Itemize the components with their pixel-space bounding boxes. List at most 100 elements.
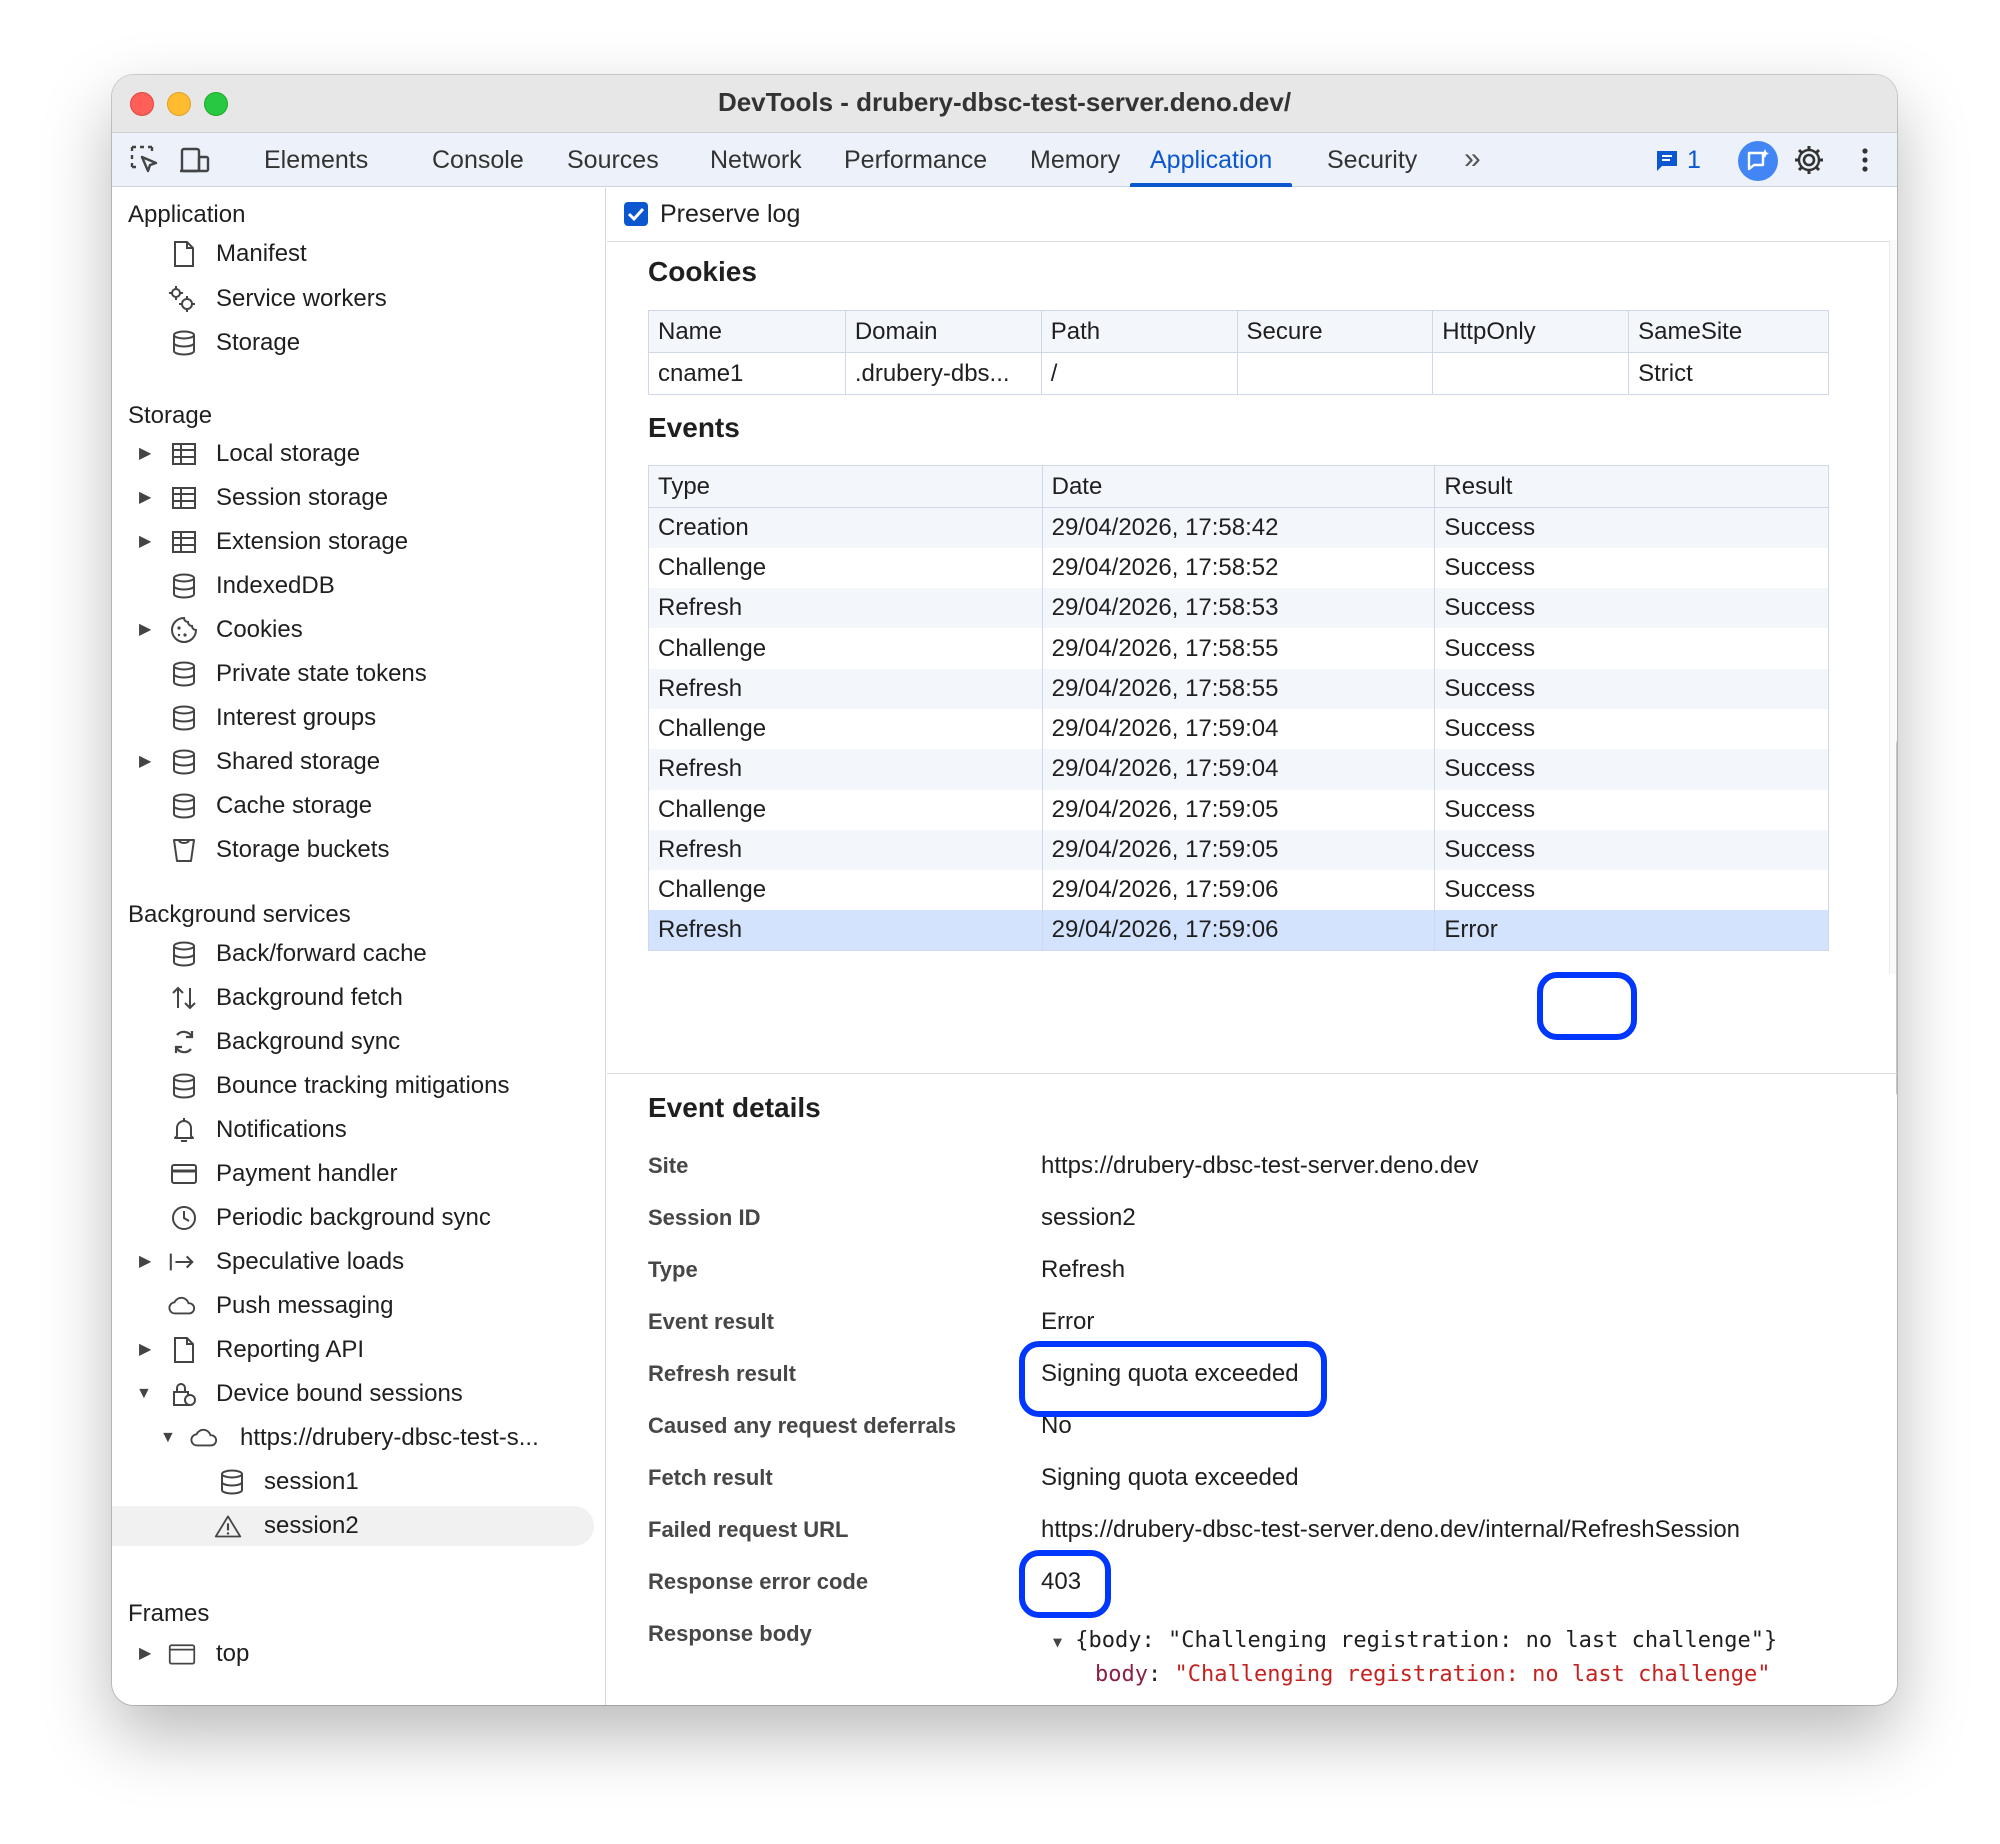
tab-network[interactable]: Network xyxy=(690,133,822,187)
tab-memory[interactable]: Memory xyxy=(1010,133,1140,187)
cookie-name-cell: cname1 xyxy=(648,352,846,395)
expand-arrow-icon[interactable]: ▶ xyxy=(139,478,151,518)
sidebar-item-bounce-tracking-mitigations[interactable]: Bounce tracking mitigations xyxy=(112,1066,606,1106)
sidebar-item-service-workers[interactable]: Service workers xyxy=(112,279,606,319)
table-row[interactable]: Challenge 29/04/2026, 17:58:52 Success xyxy=(648,547,1829,589)
sidebar-item-cache-storage[interactable]: Cache storage xyxy=(112,786,606,826)
cookie-domain-cell: .drubery-dbs... xyxy=(844,352,1042,395)
collapse-arrow-icon[interactable]: ▼ xyxy=(136,1374,152,1414)
issues-counter[interactable]: 1 xyxy=(1654,133,1701,187)
sidebar-item-speculative-loads[interactable]: ▶ Speculative loads xyxy=(112,1242,606,1282)
sidebar-item-device-bound-sessions[interactable]: ▼ Device bound sessions xyxy=(112,1374,606,1414)
settings-gear-icon[interactable] xyxy=(1792,143,1826,177)
ai-assistance-icon[interactable] xyxy=(1737,140,1779,182)
sidebar-item-frame-top[interactable]: ▶ top xyxy=(112,1634,606,1674)
column-header-domain[interactable]: Domain xyxy=(844,310,1042,353)
sidebar-item-indexeddb[interactable]: IndexedDB xyxy=(112,566,606,606)
more-options-vertical-icon[interactable] xyxy=(1848,143,1882,177)
sidebar-item-dbsc-site[interactable]: ▼ https://drubery-dbsc-test-s... xyxy=(112,1418,606,1458)
expand-arrow-icon[interactable]: ▶ xyxy=(139,1330,151,1370)
sidebar-item-background-fetch[interactable]: Background fetch xyxy=(112,978,606,1018)
sidebar-item-local-storage[interactable]: ▶ Local storage xyxy=(112,434,606,474)
collapse-arrow-icon[interactable]: ▼ xyxy=(1053,1633,1062,1651)
column-header-type[interactable]: Type xyxy=(648,465,1043,508)
sidebar-item-label: Session storage xyxy=(216,484,389,511)
sidebar-item-session2[interactable]: session2 xyxy=(112,1506,594,1546)
sidebar-item-interest-groups[interactable]: Interest groups xyxy=(112,698,606,738)
column-header-secure[interactable]: Secure xyxy=(1236,310,1434,353)
sidebar-item-label: Speculative loads xyxy=(216,1248,405,1275)
expand-arrow-icon[interactable]: ▶ xyxy=(139,610,151,650)
sidebar-item-label: Payment handler xyxy=(216,1160,398,1187)
sidebar-item-label: Storage xyxy=(216,329,301,356)
sidebar-item-notifications[interactable]: Notifications xyxy=(112,1110,606,1150)
sidebar-item-manifest[interactable]: Manifest xyxy=(112,234,606,274)
collapse-arrow-icon[interactable]: ▼ xyxy=(160,1418,176,1458)
sidebar-item-push-messaging[interactable]: Push messaging xyxy=(112,1286,606,1326)
expand-arrow-icon[interactable]: ▶ xyxy=(139,434,151,474)
events-table: Type Date Result Creation 29/04/2026, 17:… xyxy=(648,465,1829,952)
sidebar-item-label: session2 xyxy=(264,1512,359,1539)
preserve-log-bar: Preserve log xyxy=(607,188,1897,242)
more-tabs-chevron-icon[interactable]: » xyxy=(1464,133,1481,187)
cookie-samesite-cell: Strict xyxy=(1628,352,1829,395)
tab-sources[interactable]: Sources xyxy=(547,133,679,187)
expand-arrow-icon[interactable]: ▶ xyxy=(139,1634,151,1674)
sidebar-item-extension-storage[interactable]: ▶ Extension storage xyxy=(112,522,606,562)
cookie-icon xyxy=(171,616,198,643)
sidebar-item-storage[interactable]: Storage xyxy=(112,323,606,363)
table-row[interactable]: Refresh 29/04/2026, 17:59:04 Success xyxy=(648,749,1829,790)
sidebar-item-payment-handler[interactable]: Payment handler xyxy=(112,1154,606,1194)
events-scrollbar-thumb[interactable] xyxy=(1896,738,1897,1098)
detail-label-response-error-code: Response error code xyxy=(648,1569,869,1594)
expand-arrow-icon[interactable]: ▶ xyxy=(139,522,151,562)
sidebar-item-storage-buckets[interactable]: Storage buckets xyxy=(112,830,606,870)
expand-arrow-icon[interactable]: ▶ xyxy=(139,742,151,782)
tab-console[interactable]: Console xyxy=(412,133,544,187)
sidebar-item-private-state-tokens[interactable]: Private state tokens xyxy=(112,654,606,694)
column-header-result[interactable]: Result xyxy=(1434,465,1829,508)
sidebar-item-shared-storage[interactable]: ▶ Shared storage xyxy=(112,742,606,782)
expand-arrow-icon[interactable]: ▶ xyxy=(139,1242,151,1282)
sidebar-item-periodic-background-sync[interactable]: Periodic background sync xyxy=(112,1198,606,1238)
response-body-object[interactable]: ▼ {body: "Challenging registration: no l… xyxy=(1053,1628,1777,1653)
preserve-log-checkbox[interactable] xyxy=(624,202,648,226)
sidebar-item-background-sync[interactable]: Background sync xyxy=(112,1022,606,1062)
table-row[interactable]: Challenge 29/04/2026, 17:58:55 Success xyxy=(648,628,1829,669)
device-toolbar-icon[interactable] xyxy=(178,143,212,177)
table-row[interactable]: Challenge 29/04/2026, 17:59:06 Success xyxy=(648,870,1829,911)
tab-performance[interactable]: Performance xyxy=(824,133,1007,187)
column-header-samesite[interactable]: SameSite xyxy=(1628,310,1829,353)
table-row[interactable]: cname1 .drubery-dbs... / Strict xyxy=(648,352,1829,395)
column-header-path[interactable]: Path xyxy=(1040,310,1238,353)
tab-application[interactable]: Application xyxy=(1130,133,1293,187)
sidebar-item-session-storage[interactable]: ▶ Session storage xyxy=(112,478,606,518)
column-header-httponly[interactable]: HttpOnly xyxy=(1432,310,1630,353)
column-header-name[interactable]: Name xyxy=(648,310,846,353)
event-details-title: Event details xyxy=(648,1092,821,1123)
database-icon xyxy=(173,661,195,687)
title-bar: DevTools - drubery-dbsc-test-server.deno… xyxy=(112,75,1897,133)
sidebar-item-label: Storage buckets xyxy=(216,836,390,863)
table-row[interactable]: Creation 29/04/2026, 17:58:42 Success xyxy=(648,507,1829,548)
sidebar-item-session1[interactable]: session1 xyxy=(112,1462,606,1502)
event-date-cell: 29/04/2026, 17:58:42 xyxy=(1041,507,1436,548)
table-row[interactable]: Challenge 29/04/2026, 17:59:04 Success xyxy=(648,708,1829,750)
table-row[interactable]: Refresh 29/04/2026, 17:58:55 Success xyxy=(648,668,1829,709)
table-row[interactable]: Refresh 29/04/2026, 17:58:53 Success xyxy=(648,588,1829,629)
tab-elements[interactable]: Elements xyxy=(244,133,388,187)
sidebar-item-back-forward-cache[interactable]: Back/forward cache xyxy=(112,934,606,974)
table-row[interactable]: Refresh 29/04/2026, 17:59:05 Success xyxy=(648,829,1829,871)
inspect-element-icon[interactable] xyxy=(128,143,162,177)
event-date-cell: 29/04/2026, 17:58:55 xyxy=(1041,668,1436,709)
credit-card-icon xyxy=(171,1164,197,1184)
column-header-date[interactable]: Date xyxy=(1041,465,1436,508)
table-row-selected[interactable]: Refresh 29/04/2026, 17:59:06 Error xyxy=(648,910,1829,951)
event-type-cell: Challenge xyxy=(648,628,1043,669)
preserve-log-label: Preserve log xyxy=(660,200,801,228)
table-row[interactable]: Challenge 29/04/2026, 17:59:05 Success xyxy=(648,789,1829,830)
tab-security[interactable]: Security xyxy=(1307,133,1437,187)
sidebar-item-cookies[interactable]: ▶ Cookies xyxy=(112,610,606,650)
sidebar-item-reporting-api[interactable]: ▶ Reporting API xyxy=(112,1330,606,1370)
cookies-table: Name Domain Path Secure HttpOnly SameSit… xyxy=(648,310,1829,395)
